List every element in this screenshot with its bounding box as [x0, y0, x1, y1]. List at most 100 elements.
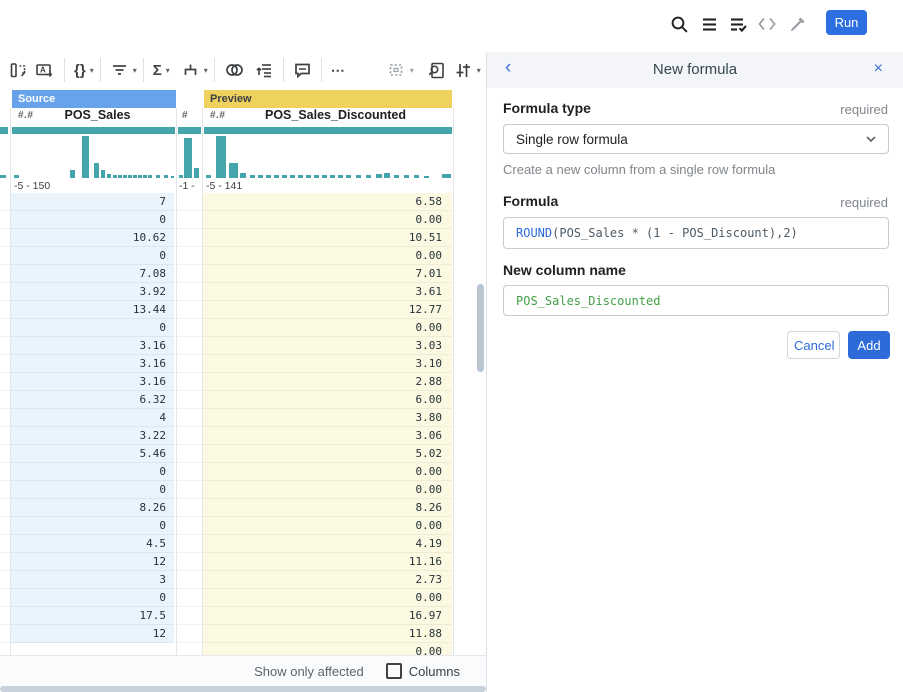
table-cell[interactable]: 3.61	[203, 283, 452, 301]
table-cell[interactable]	[177, 517, 202, 535]
table-cell[interactable]: 3.16	[11, 373, 174, 391]
table-cell[interactable]	[177, 337, 202, 355]
table-cell[interactable]	[177, 193, 202, 211]
table-cell[interactable]: 10.51	[203, 229, 452, 247]
histogram-bar[interactable]	[0, 175, 6, 178]
table-cell[interactable]	[0, 517, 10, 535]
table-cell[interactable]	[0, 211, 10, 229]
table-cell[interactable]: 12	[11, 625, 174, 643]
table-cell[interactable]	[0, 193, 10, 211]
table-cell[interactable]: 0.00	[203, 517, 452, 535]
shift-cells-icon[interactable]	[6, 58, 32, 82]
find-in-data-icon[interactable]	[424, 58, 449, 82]
table-cell[interactable]	[0, 553, 10, 571]
table-cell[interactable]: 0.00	[203, 589, 452, 607]
columns-checkbox[interactable]	[386, 663, 402, 679]
table-cell[interactable]	[177, 319, 202, 337]
histogram-bar[interactable]	[346, 175, 351, 178]
table-cell[interactable]	[0, 445, 10, 463]
table-cell[interactable]: 11.16	[203, 553, 452, 571]
table-cell[interactable]	[0, 409, 10, 427]
chevron-down-icon[interactable]: ▾	[166, 66, 170, 75]
histogram-bar[interactable]	[322, 175, 327, 178]
histogram-bar[interactable]	[118, 175, 122, 178]
code-icon[interactable]	[756, 13, 778, 35]
table-cell[interactable]: 6.00	[203, 391, 452, 409]
chevron-down-icon[interactable]: ▾	[204, 66, 208, 75]
table-cell[interactable]	[177, 589, 202, 607]
histogram-bar[interactable]	[404, 175, 409, 178]
table-cell[interactable]: 8.26	[11, 499, 174, 517]
histogram-bar[interactable]	[384, 173, 390, 178]
histogram-bar[interactable]	[206, 175, 211, 178]
histogram-preview[interactable]	[204, 136, 452, 178]
histogram-bar[interactable]	[394, 175, 399, 178]
cancel-button[interactable]: Cancel	[787, 331, 840, 359]
table-cell[interactable]: 0	[11, 247, 174, 265]
table-cell[interactable]: 3.16	[11, 355, 174, 373]
more-icon[interactable]: ⋯	[328, 58, 348, 82]
split-icon[interactable]	[178, 58, 203, 82]
table-cell[interactable]	[0, 301, 10, 319]
table-cell[interactable]	[0, 463, 10, 481]
histogram-bar[interactable]	[424, 176, 429, 178]
table-cell[interactable]	[177, 427, 202, 445]
table-cell[interactable]: 4.19	[203, 535, 452, 553]
histogram-bar[interactable]	[113, 175, 117, 178]
histogram-bar[interactable]	[107, 174, 111, 178]
histogram-bar[interactable]	[94, 163, 99, 178]
table-cell[interactable]: 3.16	[11, 337, 174, 355]
run-button[interactable]: Run	[826, 10, 867, 35]
table-cell[interactable]: 3	[11, 571, 174, 589]
table-cell[interactable]: 0	[11, 589, 174, 607]
histogram-bar[interactable]	[414, 175, 419, 178]
quality-bar-middle[interactable]	[178, 127, 201, 134]
table-cell[interactable]	[177, 535, 202, 553]
table-cell[interactable]: 3.92	[11, 283, 174, 301]
table-cell[interactable]: 0	[11, 463, 174, 481]
table-cell[interactable]	[177, 211, 202, 229]
horizontal-scrollbar[interactable]	[0, 686, 486, 692]
histogram-bar[interactable]	[306, 175, 311, 178]
histogram-source[interactable]	[12, 136, 175, 178]
histogram-bar[interactable]	[184, 138, 192, 178]
histogram-middle[interactable]	[178, 136, 201, 178]
table-cell[interactable]	[0, 481, 10, 499]
quality-bar-partial-left[interactable]	[0, 127, 8, 134]
vertical-scrollbar[interactable]	[477, 284, 484, 372]
table-cell[interactable]	[0, 607, 10, 625]
table-cell[interactable]: 3.22	[11, 427, 174, 445]
formula-input[interactable]: ROUND(POS_Sales * (1 - POS_Discount),2)	[503, 217, 889, 249]
table-cell[interactable]: 2.88	[203, 373, 452, 391]
histogram-bar[interactable]	[171, 176, 174, 178]
histogram-partial-left[interactable]	[0, 136, 8, 178]
table-cell[interactable]	[0, 355, 10, 373]
table-cell[interactable]: 10.62	[11, 229, 174, 247]
table-cell[interactable]: 8.26	[203, 499, 452, 517]
table-cell[interactable]: 11.88	[203, 625, 452, 643]
histogram-bar[interactable]	[82, 136, 89, 178]
join-venn-icon[interactable]	[221, 58, 248, 82]
list-check-icon[interactable]	[727, 13, 749, 35]
table-cell[interactable]: 0.00	[203, 319, 452, 337]
table-cell[interactable]: 4.5	[11, 535, 174, 553]
table-cell[interactable]	[177, 571, 202, 589]
table-cell[interactable]: 3.03	[203, 337, 452, 355]
preview-column-name[interactable]: POS_Sales_Discounted	[228, 108, 443, 122]
histogram-bar[interactable]	[156, 175, 160, 178]
histogram-bar[interactable]	[250, 175, 255, 178]
table-cell[interactable]: 12.77	[203, 301, 452, 319]
table-cell[interactable]: 6.32	[11, 391, 174, 409]
table-cell[interactable]	[177, 301, 202, 319]
table-cell[interactable]: 12	[11, 553, 174, 571]
table-cell[interactable]	[177, 643, 202, 655]
histogram-bar[interactable]	[442, 174, 451, 178]
table-cell[interactable]	[177, 445, 202, 463]
search-icon[interactable]	[668, 13, 690, 35]
histogram-bar[interactable]	[314, 175, 319, 178]
histogram-bar[interactable]	[266, 175, 271, 178]
selection-box-icon[interactable]	[384, 58, 409, 82]
table-cell[interactable]	[0, 625, 10, 643]
histogram-bar[interactable]	[330, 175, 335, 178]
new-column-name-input[interactable]: POS_Sales_Discounted	[503, 285, 889, 316]
